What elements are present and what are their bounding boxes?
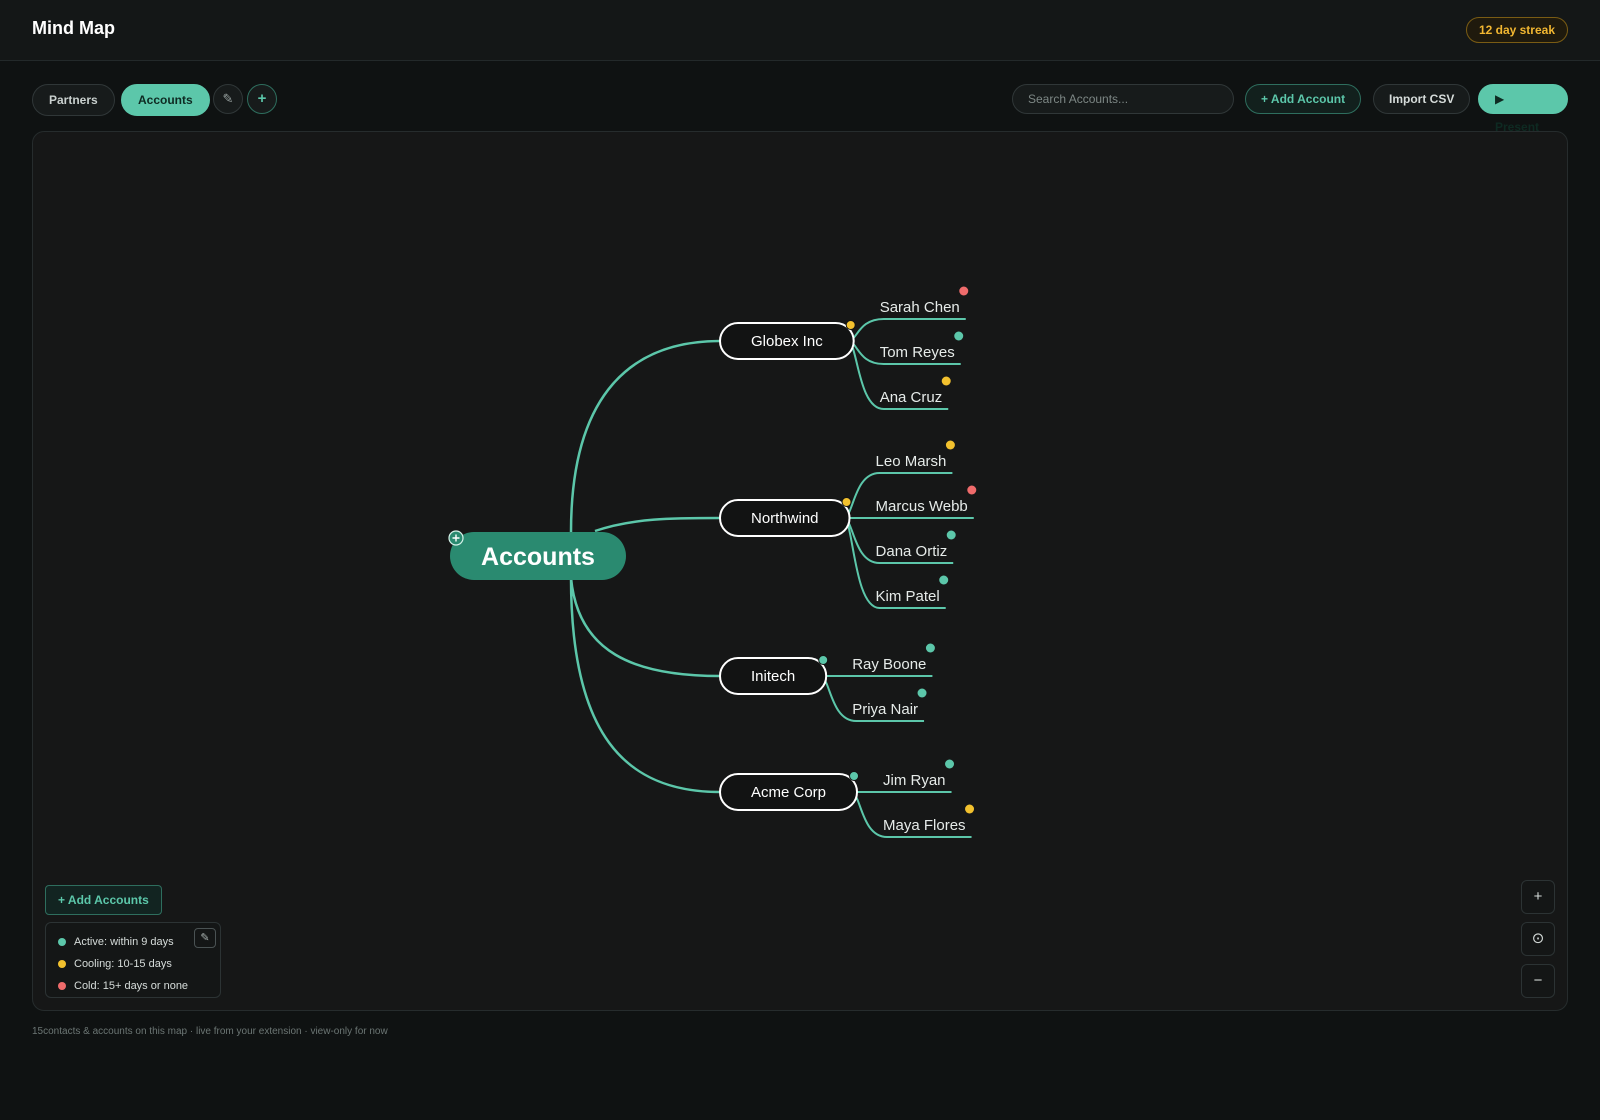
status-dot <box>58 938 66 946</box>
contact-node-ray-boone[interactable]: Ray Boone <box>852 643 935 674</box>
add-account-button[interactable]: + Add Account <box>1245 84 1362 114</box>
app-title: Mind Map <box>32 18 115 38</box>
account-node-initech[interactable]: Initech <box>719 655 829 695</box>
status-dot <box>954 331 964 341</box>
import-csv-button[interactable]: Import CSV <box>1373 84 1471 114</box>
contact-node-leo-marsh[interactable]: Leo Marsh <box>876 440 955 471</box>
account-node-acme-corp[interactable]: Acme Corp <box>719 771 860 811</box>
status-dot <box>965 804 975 814</box>
status-dot <box>849 771 860 781</box>
zoom-out-button[interactable]: − <box>1521 964 1555 998</box>
status-dot <box>917 688 927 698</box>
contact-label: Leo Marsh <box>876 453 947 470</box>
account-label: Acme Corp <box>751 784 826 801</box>
branch-line <box>569 577 721 678</box>
contact-node-ana-cruz[interactable]: Ana Cruz <box>880 376 951 407</box>
status-dot <box>945 440 955 450</box>
status-dot <box>841 497 852 507</box>
contact-label: Tom Reyes <box>880 344 955 361</box>
branch-line <box>569 339 721 533</box>
status-dot <box>845 320 856 330</box>
status-dot <box>939 575 949 585</box>
contact-connector <box>847 318 966 342</box>
pencil-icon[interactable]: ✎ <box>213 84 243 114</box>
status-dot <box>945 759 955 769</box>
status-dot <box>941 376 951 386</box>
root-label: Accounts <box>481 543 595 571</box>
add-accounts-button[interactable]: + Add Accounts <box>45 885 162 915</box>
streak-badge: 12 day streak <box>1465 17 1568 43</box>
contact-node-sarah-chen[interactable]: Sarah Chen <box>880 286 969 317</box>
contact-label: Maya Flores <box>883 817 966 834</box>
mindmap-graph: Sarah Chen Tom Reyes Ana Cruz Globex Inc Leo… <box>448 286 977 838</box>
root-node[interactable]: Accounts <box>450 532 626 580</box>
status-legend: ✎ Active: within 9 days Cooling: 10-15 d… <box>45 922 221 998</box>
legend-item-cooling: Cooling: 10-15 days <box>58 953 208 975</box>
contact-node-dana-ortiz[interactable]: Dana Ortiz <box>876 530 956 561</box>
contact-node-priya-nair[interactable]: Priya Nair <box>852 688 927 719</box>
legend-label: Cold: 15+ days or none <box>74 980 189 992</box>
status-dot <box>925 643 935 653</box>
tab-partners[interactable]: Partners <box>32 84 115 116</box>
top-bar: Mind Map 12 day streak <box>0 0 1600 61</box>
contact-node-tom-reyes[interactable]: Tom Reyes <box>880 331 964 362</box>
toolbar: Partners Accounts ✎ + + Add Account Impo… <box>32 84 1568 134</box>
status-dot <box>967 485 977 495</box>
contact-label: Ana Cruz <box>880 389 943 406</box>
legend-label: Active: within 9 days <box>74 936 174 948</box>
status-dot <box>946 530 956 540</box>
add-node-icon[interactable] <box>448 530 464 546</box>
account-label: Northwind <box>751 510 819 527</box>
account-node-globex-inc[interactable]: Globex Inc <box>719 320 856 360</box>
legend-label: Cooling: 10-15 days <box>74 958 172 970</box>
present-button[interactable]: ▶ Present <box>1478 84 1568 134</box>
status-dot <box>58 982 66 990</box>
status-dot <box>818 655 829 665</box>
branch-line <box>594 516 721 533</box>
account-node-northwind[interactable]: Northwind <box>719 497 852 537</box>
search-input[interactable] <box>1012 84 1234 114</box>
contact-label: Ray Boone <box>852 656 926 673</box>
status-dot <box>959 286 969 296</box>
branch-line <box>569 577 721 794</box>
contact-node-maya-flores[interactable]: Maya Flores <box>883 804 975 835</box>
contact-node-kim-patel[interactable]: Kim Patel <box>876 575 949 606</box>
contact-label: Sarah Chen <box>880 299 960 316</box>
contact-label: Priya Nair <box>852 701 918 718</box>
account-label: Globex Inc <box>751 333 823 350</box>
status-dot <box>58 960 66 968</box>
contact-label: Marcus Webb <box>876 498 968 515</box>
legend-item-active: Active: within 9 days <box>58 931 208 953</box>
contact-label: Jim Ryan <box>883 772 946 789</box>
footer-note: 15contacts & accounts on this map · live… <box>32 1026 388 1037</box>
contact-node-jim-ryan[interactable]: Jim Ryan <box>883 759 955 790</box>
contact-label: Kim Patel <box>876 588 940 605</box>
plus-icon[interactable]: + <box>247 84 277 114</box>
contact-node-marcus-webb[interactable]: Marcus Webb <box>876 485 977 516</box>
zoom-reset-button[interactable]: ⊙ <box>1521 922 1555 956</box>
contact-label: Dana Ortiz <box>876 543 948 560</box>
legend-item-cold: Cold: 15+ days or none <box>58 975 208 997</box>
account-label: Initech <box>751 668 795 685</box>
zoom-in-button[interactable]: + <box>1521 880 1555 914</box>
mindmap-canvas[interactable]: Sarah Chen Tom Reyes Ana Cruz Globex Inc Leo… <box>32 131 1568 1011</box>
tab-accounts[interactable]: Accounts <box>121 84 210 116</box>
